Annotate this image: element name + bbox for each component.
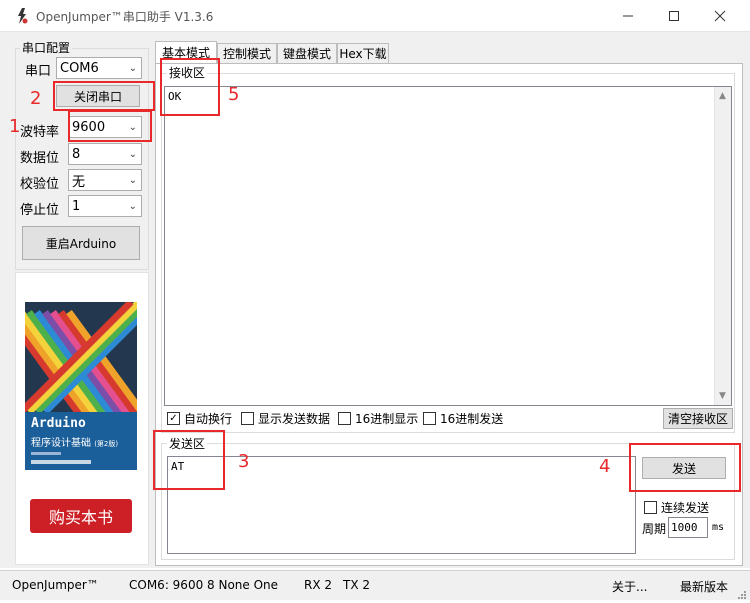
- minimize-icon: [623, 15, 633, 17]
- stop-bits-select[interactable]: 1 ⌄: [68, 195, 142, 217]
- stop-bits-value: 1: [72, 198, 81, 214]
- book-edition: (第2版): [94, 440, 119, 448]
- book-title-line2: 程序设计基础: [31, 438, 91, 449]
- period-input[interactable]: 1000: [668, 517, 708, 538]
- buy-book-button[interactable]: 购买本书: [30, 499, 132, 533]
- option-show-sent[interactable]: 显示发送数据: [241, 410, 330, 427]
- parity-value: 无: [72, 174, 86, 190]
- title-bar: OpenJumper™串口助手 V1.3.6: [0, 0, 750, 32]
- option-word-wrap[interactable]: ✓ 自动换行: [167, 410, 232, 427]
- option-hex-send[interactable]: 16进制发送: [423, 410, 503, 427]
- scroll-down-icon[interactable]: ▼: [719, 391, 726, 401]
- annotation-number-3: 3: [238, 451, 250, 472]
- hex-send-checkbox[interactable]: [423, 412, 436, 425]
- chevron-down-icon: ⌄: [128, 174, 137, 186]
- book-title-line1: Arduino: [31, 416, 86, 431]
- restart-arduino-button[interactable]: 重启Arduino: [22, 226, 140, 260]
- parity-label: 校验位: [20, 177, 60, 192]
- status-port-info: COM6: 9600 8 None One: [129, 578, 279, 592]
- option-continuous-send[interactable]: 连续发送: [644, 499, 709, 516]
- tab-hex-download[interactable]: Hex下载: [337, 43, 389, 63]
- about-link[interactable]: 关于...: [612, 578, 647, 595]
- book-cover[interactable]: Arduino 程序设计基础 (第2版): [25, 302, 137, 470]
- resize-grip-icon[interactable]: [737, 589, 747, 599]
- show-sent-label: 显示发送数据: [258, 412, 331, 426]
- close-button[interactable]: [697, 0, 743, 32]
- status-brand: OpenJumper™: [12, 578, 99, 592]
- show-sent-checkbox[interactable]: [241, 412, 254, 425]
- status-tx: TX 2: [343, 578, 370, 592]
- annotation-box-2: [53, 81, 155, 111]
- word-wrap-label: 自动换行: [184, 412, 233, 426]
- period-unit: ms: [712, 522, 725, 533]
- close-icon: [714, 10, 726, 22]
- annotation-number-1: 1: [9, 116, 21, 137]
- status-rx: RX 2: [304, 578, 333, 592]
- annotation-box-5: [160, 58, 220, 116]
- tab-keyboard[interactable]: 键盘模式: [277, 43, 337, 63]
- continuous-send-checkbox[interactable]: [644, 501, 657, 514]
- data-bits-label: 数据位: [20, 151, 60, 166]
- receive-scrollbar[interactable]: ▲ ▼: [714, 87, 731, 405]
- book-title-line2-wrap: 程序设计基础 (第2版): [31, 434, 118, 449]
- serial-config-label: 串口配置: [20, 39, 73, 56]
- word-wrap-checkbox[interactable]: ✓: [167, 412, 180, 425]
- period-label: 周期: [642, 522, 667, 536]
- chevron-down-icon: ⌄: [128, 148, 137, 160]
- tab-control[interactable]: 控制模式: [217, 43, 277, 63]
- scroll-up-icon[interactable]: ▲: [719, 91, 726, 101]
- hex-send-label: 16进制发送: [440, 412, 504, 426]
- book-author-line: [31, 452, 61, 455]
- resize-grip-dots: [738, 591, 746, 599]
- minimize-button[interactable]: [605, 0, 651, 32]
- status-bar: OpenJumper™ COM6: 9600 8 None One RX 2 T…: [0, 570, 750, 600]
- openjumper-icon: [18, 8, 28, 24]
- port-value: COM6: [60, 60, 99, 76]
- annotation-box-3: [153, 430, 225, 490]
- annotation-box-4: [629, 443, 741, 492]
- clear-receive-button[interactable]: 清空接收区: [663, 408, 733, 429]
- chevron-down-icon: ⌄: [128, 200, 137, 212]
- receive-textarea[interactable]: OK ▲ ▼: [164, 86, 732, 406]
- parity-select[interactable]: 无 ⌄: [68, 169, 142, 191]
- maximize-button[interactable]: [651, 0, 697, 32]
- hex-display-checkbox[interactable]: [338, 412, 351, 425]
- maximize-icon: [669, 11, 679, 21]
- port-label: 串口: [25, 64, 52, 79]
- window-title: OpenJumper™串口助手 V1.3.6: [36, 10, 214, 24]
- hex-display-label: 16进制显示: [355, 412, 419, 426]
- stop-bits-label: 停止位: [20, 203, 60, 218]
- annotation-number-5: 5: [228, 84, 240, 105]
- book-publisher-line: [31, 460, 91, 464]
- baud-label: 波特率: [20, 125, 60, 140]
- continuous-send-label: 连续发送: [661, 501, 710, 515]
- data-bits-value: 8: [72, 146, 81, 162]
- chevron-down-icon: ⌄: [128, 62, 137, 74]
- annotation-number-2: 2: [30, 88, 42, 109]
- option-hex-display[interactable]: 16进制显示: [338, 410, 418, 427]
- annotation-number-4: 4: [599, 456, 611, 477]
- port-select[interactable]: COM6 ⌄: [56, 57, 142, 79]
- data-bits-select[interactable]: 8 ⌄: [68, 143, 142, 165]
- annotation-box-1: [68, 110, 152, 142]
- latest-version-link[interactable]: 最新版本: [680, 578, 728, 595]
